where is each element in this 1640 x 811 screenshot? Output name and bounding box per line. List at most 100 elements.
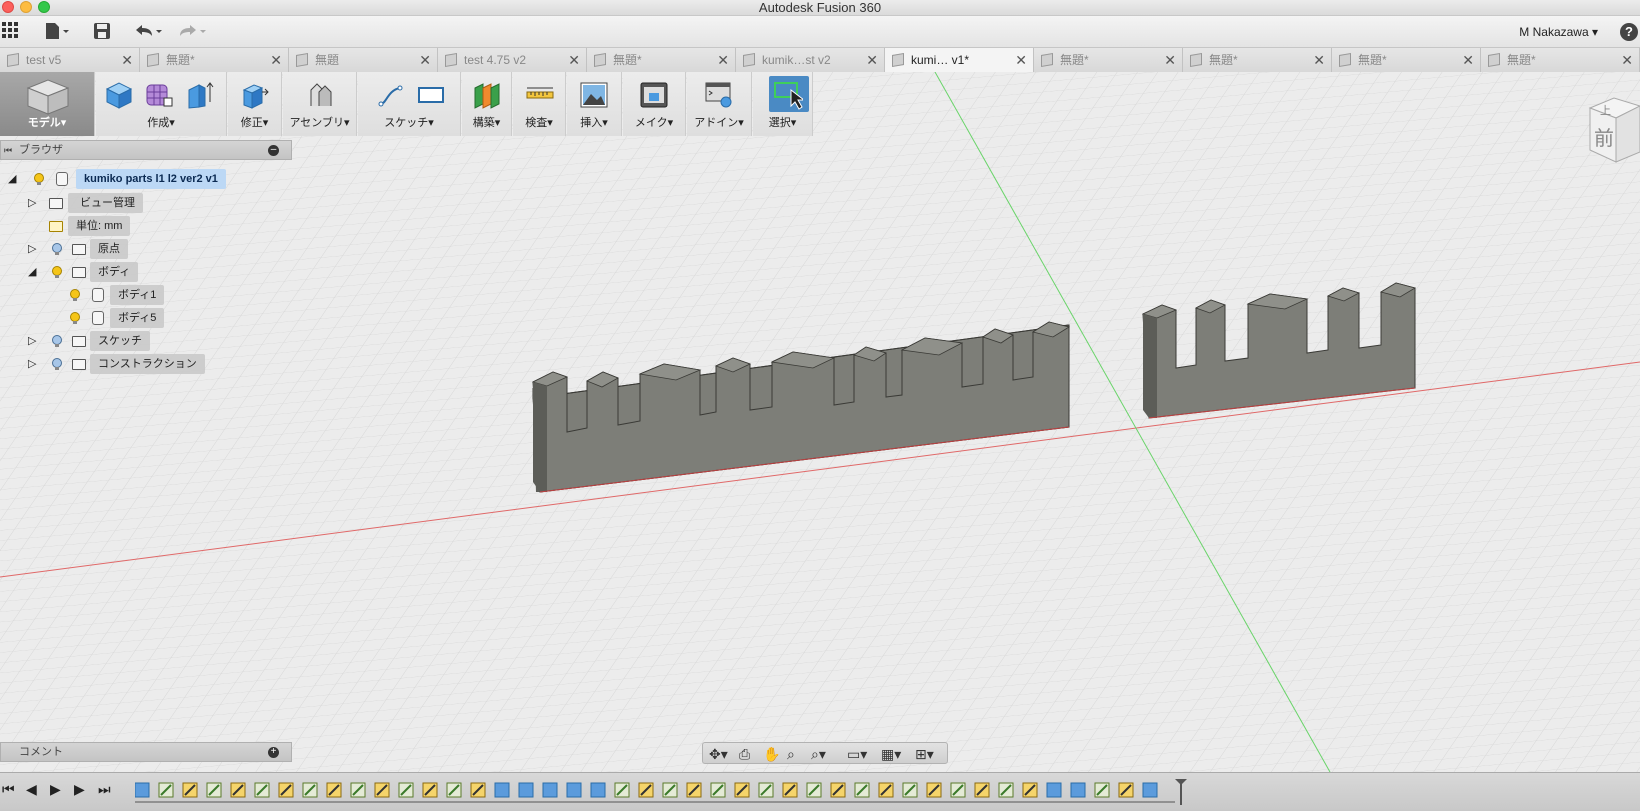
tab-doc-7-active[interactable]: kumi… v1* ✕: [885, 48, 1034, 72]
close-icon[interactable]: ✕: [121, 48, 133, 72]
minimize-window-button[interactable]: [20, 1, 32, 13]
apps-grid-icon[interactable]: [2, 22, 18, 42]
close-icon[interactable]: ✕: [568, 48, 580, 72]
redo-icon[interactable]: [178, 22, 208, 42]
close-icon[interactable]: ✕: [270, 48, 282, 72]
pan-hand-icon[interactable]: ✋: [763, 745, 780, 763]
collapsed-triangle-icon[interactable]: ▷: [28, 193, 36, 213]
browser-panel-header[interactable]: ⏮ ブラウザ –: [0, 140, 292, 160]
tree-item-sketches[interactable]: ▷ スケッチ: [0, 331, 160, 351]
tree-item-origin[interactable]: ▷ 原点: [0, 239, 160, 259]
form-icon: [146, 84, 173, 107]
select-group[interactable]: 選択▾: [753, 72, 813, 136]
collapsed-triangle-icon[interactable]: ▷: [28, 331, 36, 351]
tree-item-units[interactable]: 単位: mm: [0, 216, 160, 236]
close-icon[interactable]: ✕: [717, 48, 729, 72]
tree-item-body5[interactable]: ボディ5: [0, 308, 180, 328]
fit-zoom-icon[interactable]: ⌕▾: [811, 745, 826, 763]
tab-doc-3[interactable]: 無題 ✕: [289, 48, 438, 72]
lightbulb-icon[interactable]: [52, 266, 62, 279]
tree-item-construction[interactable]: ▷ コンストラクション: [0, 354, 220, 374]
tab-doc-4[interactable]: test 4.75 v2 ✕: [438, 48, 587, 72]
step-forward-icon[interactable]: ▶: [74, 781, 85, 798]
timeline-track[interactable]: [134, 779, 1235, 805]
display-settings-icon[interactable]: ▭▾: [847, 745, 867, 763]
play-icon[interactable]: ▶: [50, 781, 61, 798]
expanded-triangle-icon[interactable]: ◢: [28, 262, 36, 282]
tree-item-body1[interactable]: ボディ1: [0, 285, 180, 305]
save-icon[interactable]: [93, 22, 111, 42]
add-comment-icon[interactable]: +: [268, 747, 279, 758]
user-menu[interactable]: M Nakazawa ▾: [1519, 25, 1598, 39]
tab-doc-10[interactable]: 無題* ✕: [1332, 48, 1481, 72]
workspace-switcher[interactable]: モデル▾: [0, 72, 95, 136]
construct-group[interactable]: 構築▾: [462, 72, 512, 136]
zoom-icon[interactable]: ⌕: [787, 745, 795, 763]
look-at-icon[interactable]: ⎙: [739, 745, 750, 763]
tree-root[interactable]: ◢ kumiko parts l1 l2 ver2 v1: [0, 169, 260, 189]
grid-settings-icon[interactable]: ▦▾: [881, 745, 901, 763]
insert-group[interactable]: 挿入▾: [567, 72, 622, 136]
document-icon: [743, 52, 755, 68]
collapsed-triangle-icon[interactable]: ▷: [28, 354, 36, 374]
root-component-label[interactable]: kumiko parts l1 l2 ver2 v1: [76, 169, 226, 189]
tree-item-label: ボディ1: [110, 285, 165, 305]
component-icon: [56, 172, 68, 186]
tab-doc-8[interactable]: 無題* ✕: [1034, 48, 1183, 72]
tab-doc-6[interactable]: kumik…st v2 ✕: [736, 48, 885, 72]
lightbulb-off-icon[interactable]: [52, 243, 62, 256]
make-group-label: メイク▾: [634, 117, 674, 129]
undo-icon[interactable]: [134, 22, 164, 42]
units-icon: [49, 221, 63, 232]
collapse-panel-icon[interactable]: ⏮: [4, 141, 12, 159]
comments-panel-header[interactable]: コメント +: [0, 742, 292, 762]
orbit-icon[interactable]: ✥▾: [709, 745, 728, 763]
extrude-icon: [188, 82, 214, 109]
viewports-icon[interactable]: ⊞▾: [915, 745, 934, 763]
zoom-window-button[interactable]: [38, 1, 50, 13]
close-icon[interactable]: ✕: [1015, 48, 1027, 72]
tab-doc-2[interactable]: 無題* ✕: [140, 48, 289, 72]
view-cube[interactable]: 上 前: [1576, 90, 1640, 168]
close-icon[interactable]: ✕: [1164, 48, 1176, 72]
close-icon[interactable]: ✕: [1462, 48, 1474, 72]
modify-group-label: 修正▾: [240, 117, 269, 129]
create-group[interactable]: 作成▾: [96, 72, 227, 136]
close-icon[interactable]: ✕: [1621, 48, 1633, 72]
sketch-group[interactable]: スケッチ▾: [358, 72, 461, 136]
go-to-start-icon[interactable]: ⏮: [2, 781, 15, 798]
go-to-end-icon[interactable]: ⏭: [98, 781, 111, 798]
collapsed-triangle-icon[interactable]: ▷: [28, 239, 36, 259]
close-icon[interactable]: ✕: [1313, 48, 1325, 72]
close-window-button[interactable]: [2, 1, 14, 13]
lightbulb-off-icon[interactable]: [52, 335, 62, 348]
timeline-marker[interactable]: [1175, 779, 1187, 805]
step-back-icon[interactable]: ◀: [26, 781, 37, 798]
tab-doc-11[interactable]: 無題* ✕: [1481, 48, 1640, 72]
lightbulb-icon[interactable]: [70, 312, 80, 325]
close-icon[interactable]: ✕: [419, 48, 431, 72]
tab-doc-5[interactable]: 無題* ✕: [587, 48, 736, 72]
tab-doc-9[interactable]: 無題* ✕: [1183, 48, 1332, 72]
addins-group[interactable]: アドイン▾: [687, 72, 752, 136]
inspect-group[interactable]: 検査▾: [513, 72, 566, 136]
help-icon[interactable]: ?: [1620, 23, 1638, 41]
tree-item-label: コンストラクション: [90, 354, 205, 374]
tree-item-bodies[interactable]: ◢ ボディ: [0, 262, 160, 282]
lightbulb-icon[interactable]: [34, 173, 44, 186]
close-icon[interactable]: ✕: [866, 48, 878, 72]
inspect-group-label: 検査▾: [525, 117, 553, 129]
expanded-triangle-icon[interactable]: ◢: [8, 169, 16, 189]
lightbulb-off-icon[interactable]: [52, 358, 62, 371]
press-pull-icon: [242, 84, 269, 109]
tab-label: kumik…st v2: [762, 53, 831, 67]
tree-item-view-manager[interactable]: ▷ ビュー管理: [0, 193, 160, 213]
file-menu-icon[interactable]: [44, 22, 70, 42]
lightbulb-icon[interactable]: [70, 289, 80, 302]
modify-group[interactable]: 修正▾: [228, 72, 282, 136]
tab-doc-1[interactable]: test v5 ✕: [0, 48, 140, 72]
make-group[interactable]: メイク▾: [623, 72, 686, 136]
tab-label: test 4.75 v2: [464, 53, 527, 67]
assemble-group[interactable]: アセンブリ▾: [283, 72, 357, 136]
minimize-panel-icon[interactable]: –: [268, 145, 279, 156]
